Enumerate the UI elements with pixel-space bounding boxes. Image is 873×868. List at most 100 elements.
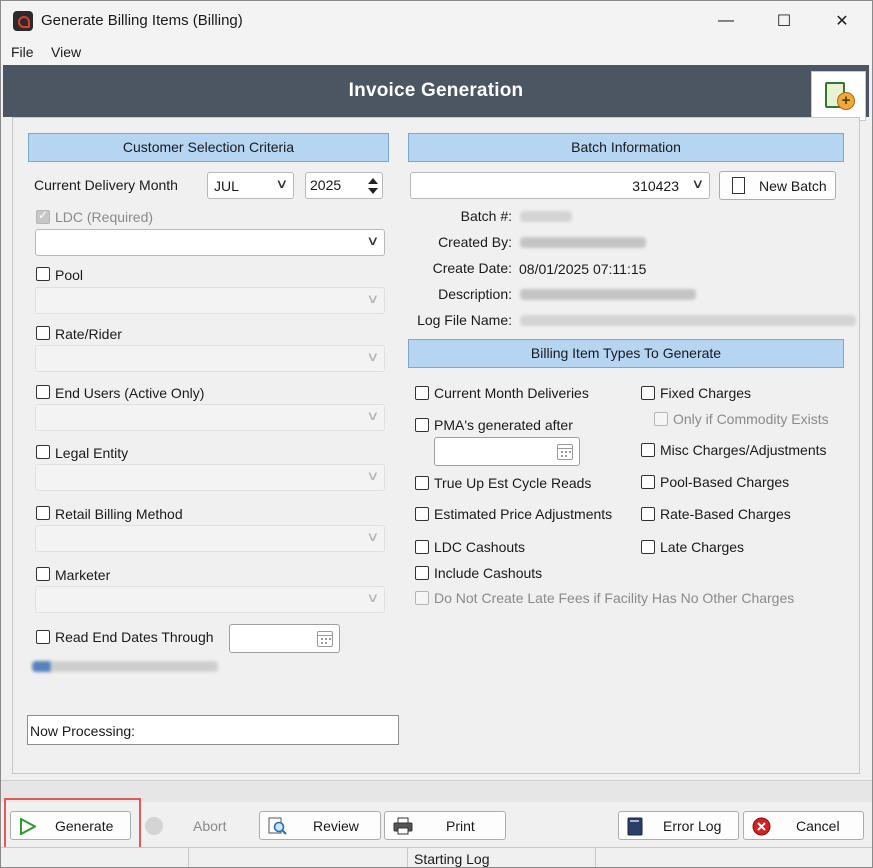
status-text: Starting Log — [414, 851, 490, 867]
legal-entity-checkbox[interactable] — [36, 445, 50, 459]
include-cashouts-checkbox[interactable] — [415, 566, 429, 580]
late-charges-label: Late Charges — [660, 539, 745, 555]
pool-checkbox[interactable] — [36, 267, 50, 281]
year-stepper[interactable]: 2025 — [305, 172, 383, 199]
pool-select: ∨ — [35, 287, 385, 314]
error-log-button[interactable]: Error Log — [618, 811, 739, 840]
highlight-box — [4, 798, 141, 852]
end-users-label: End Users (Active Only) — [55, 385, 205, 401]
late-charges-checkbox[interactable] — [641, 540, 655, 554]
calendar-icon[interactable] — [557, 444, 573, 460]
redacted-checkbox — [32, 661, 218, 672]
true-up-checkbox[interactable] — [415, 476, 429, 490]
increment-icon[interactable] — [368, 178, 378, 184]
menu-bar: File View — [1, 41, 872, 65]
ldc-cashouts-label: LDC Cashouts — [434, 539, 526, 555]
minimize-button[interactable]: — — [697, 1, 755, 41]
end-users-select: ∨ — [35, 404, 385, 431]
rate-rider-select: ∨ — [35, 345, 385, 372]
menu-file[interactable]: File — [11, 44, 34, 60]
page-title: Invoice Generation — [348, 80, 524, 101]
fixed-charges-checkbox[interactable] — [641, 386, 655, 400]
calendar-icon[interactable] — [317, 631, 333, 647]
printer-icon — [393, 817, 413, 835]
close-icon: ✕ — [835, 13, 849, 30]
new-invoice-button[interactable]: + — [811, 71, 866, 121]
log-file-label: Log File Name: — [417, 312, 512, 328]
close-button[interactable]: ✕ — [813, 1, 871, 41]
batch-info-heading: Batch Information — [408, 133, 844, 162]
read-end-date-input[interactable] — [229, 624, 340, 653]
year-value: 2025 — [310, 177, 342, 193]
only-commodity-checkbox — [654, 412, 668, 426]
review-button[interactable]: Review — [259, 811, 381, 840]
marketer-checkbox[interactable] — [36, 567, 50, 581]
billing-window: Generate Billing Items (Billing) — ☐ ✕ F… — [0, 0, 873, 868]
stop-icon — [145, 817, 163, 835]
chevron-down-icon: ∨ — [366, 349, 380, 364]
no-late-fees-checkbox — [415, 591, 429, 605]
retail-billing-label: Retail Billing Method — [55, 506, 183, 522]
pool-label: Pool — [55, 267, 84, 283]
read-end-dates-label: Read End Dates Through — [55, 629, 214, 645]
pma-after-label: PMA's generated after — [434, 417, 573, 433]
window-title: Generate Billing Items (Billing) — [41, 12, 243, 29]
created-by-label: Created By: — [438, 234, 512, 250]
customer-criteria-heading: Customer Selection Criteria — [28, 133, 389, 162]
chevron-down-icon: ∨ — [691, 176, 705, 191]
title-bar: Generate Billing Items (Billing) — ☐ ✕ — [1, 1, 872, 41]
abort-label: Abort — [193, 818, 227, 834]
book-icon — [627, 817, 643, 836]
description-label: Description: — [438, 286, 512, 302]
cancel-label: Cancel — [796, 818, 840, 834]
print-button[interactable]: Print — [384, 811, 506, 840]
end-users-checkbox[interactable] — [36, 385, 50, 399]
new-batch-button[interactable]: New Batch — [719, 171, 836, 200]
include-cashouts-label: Include Cashouts — [434, 565, 543, 581]
month-select[interactable]: JUL ∨ — [207, 172, 294, 199]
month-value: JUL — [214, 178, 239, 194]
description-redacted — [520, 289, 696, 300]
pool-based-checkbox[interactable] — [641, 475, 655, 489]
est-price-checkbox[interactable] — [415, 507, 429, 521]
cancel-button[interactable]: Cancel — [743, 811, 864, 840]
now-processing-label: Now Processing: — [30, 723, 136, 739]
legal-entity-label: Legal Entity — [55, 445, 129, 461]
ldc-select[interactable]: ∨ — [35, 229, 385, 256]
chevron-down-icon: ∨ — [275, 176, 289, 191]
chevron-down-icon: ∨ — [366, 468, 380, 483]
decrement-icon[interactable] — [368, 188, 378, 194]
maximize-button[interactable]: ☐ — [755, 1, 813, 41]
chevron-down-icon: ∨ — [366, 291, 380, 306]
chevron-down-icon: ∨ — [366, 590, 380, 605]
abort-button: Abort — [139, 811, 250, 840]
chevron-down-icon: ∨ — [366, 529, 380, 544]
batch-select[interactable]: 310423 ∨ — [410, 172, 710, 199]
status-divider — [188, 848, 189, 867]
minimize-icon: — — [718, 12, 734, 29]
fixed-charges-label: Fixed Charges — [660, 385, 752, 401]
maximize-icon: ☐ — [776, 13, 792, 30]
chevron-down-icon: ∨ — [366, 408, 380, 423]
review-label: Review — [313, 818, 359, 834]
misc-charges-checkbox[interactable] — [641, 443, 655, 457]
created-by-redacted — [520, 237, 646, 248]
current-month-label: Current Month Deliveries — [434, 385, 589, 401]
print-label: Print — [446, 818, 475, 834]
pma-after-checkbox[interactable] — [415, 418, 429, 432]
rate-based-checkbox[interactable] — [641, 507, 655, 521]
batch-no-label: Batch #: — [460, 208, 512, 224]
est-price-label: Estimated Price Adjustments — [434, 506, 613, 522]
ldc-label: LDC (Required) — [55, 209, 154, 225]
retail-billing-checkbox[interactable] — [36, 506, 50, 520]
rate-rider-checkbox[interactable] — [36, 326, 50, 340]
ldc-cashouts-checkbox[interactable] — [415, 540, 429, 554]
status-divider — [595, 848, 596, 867]
pma-after-date-input[interactable] — [434, 437, 580, 466]
delivery-month-label: Current Delivery Month — [34, 177, 178, 193]
menu-view[interactable]: View — [51, 44, 81, 60]
rate-based-label: Rate-Based Charges — [660, 506, 791, 522]
current-month-checkbox[interactable] — [415, 386, 429, 400]
billing-types-heading: Billing Item Types To Generate — [408, 339, 844, 368]
read-end-dates-checkbox[interactable] — [36, 630, 50, 644]
